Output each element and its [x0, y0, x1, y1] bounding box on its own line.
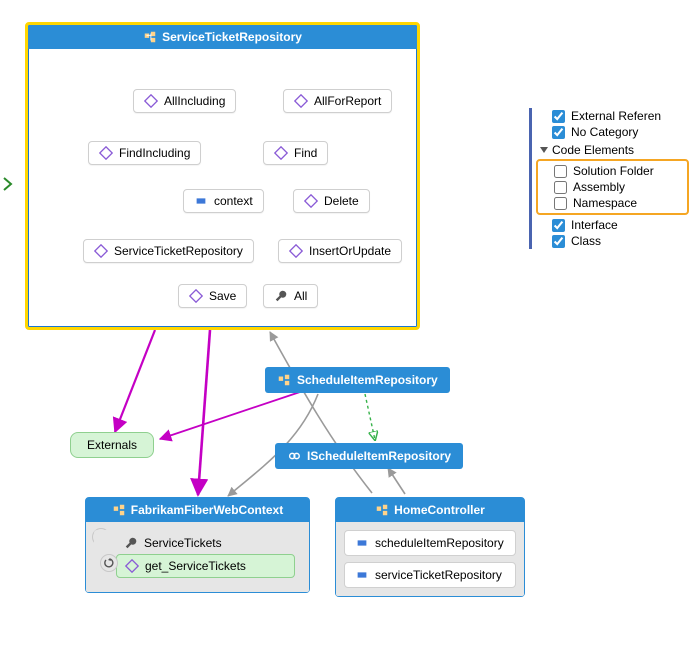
checkbox[interactable]: [552, 110, 565, 123]
method-icon: [189, 289, 203, 303]
method-find[interactable]: Find: [263, 141, 328, 165]
canvas-entry-marker: [2, 176, 14, 195]
field-icon: [355, 536, 369, 550]
ctor-service-ticket-repository[interactable]: ServiceTicketRepository: [83, 239, 254, 263]
class-header[interactable]: FabrikamFiberWebContext: [86, 498, 309, 522]
class-schedule-item-repository[interactable]: ScheduleItemRepository: [265, 367, 450, 393]
class-icon: [375, 503, 389, 517]
collapse-toggle[interactable]: [100, 554, 118, 572]
legend-item-interface[interactable]: Interface: [552, 217, 689, 233]
checkbox[interactable]: [554, 165, 567, 178]
method-icon: [144, 94, 158, 108]
property-service-tickets[interactable]: ServiceTickets get_ServiceTickets: [94, 530, 301, 584]
class-icon: [112, 503, 126, 517]
checkbox[interactable]: [554, 197, 567, 210]
legend-item-no-category[interactable]: No Category: [552, 124, 689, 140]
field-service-ticket-repository[interactable]: serviceTicketRepository: [344, 562, 516, 588]
legend-panel: External Referen No Category Code Elemen…: [529, 108, 689, 249]
method-get-service-tickets[interactable]: get_ServiceTickets: [116, 554, 295, 578]
method-find-including[interactable]: FindIncluding: [88, 141, 201, 165]
caret-down-icon: [540, 147, 548, 153]
legend-item-external-ref[interactable]: External Referen: [552, 108, 689, 124]
property-all[interactable]: All: [263, 284, 318, 308]
field-schedule-item-repository[interactable]: scheduleItemRepository: [344, 530, 516, 556]
method-icon: [99, 146, 113, 160]
method-delete[interactable]: Delete: [293, 189, 370, 213]
method-save[interactable]: Save: [178, 284, 247, 308]
method-all-including[interactable]: AllIncluding: [133, 89, 236, 113]
class-header[interactable]: HomeController: [336, 498, 524, 522]
field-icon: [355, 568, 369, 582]
class-service-ticket-repository[interactable]: ServiceTicketRepository AllIncluding All…: [25, 22, 420, 330]
class-fabrikam-fiber-web-context[interactable]: FabrikamFiberWebContext ServiceTickets g…: [85, 497, 310, 593]
class-title: ServiceTicketRepository: [162, 30, 302, 44]
interface-ischedule-item-repository[interactable]: IScheduleItemRepository: [275, 443, 463, 469]
checkbox[interactable]: [552, 126, 565, 139]
checkbox[interactable]: [552, 219, 565, 232]
method-icon: [274, 146, 288, 160]
field-context[interactable]: context: [183, 189, 264, 213]
checkbox[interactable]: [552, 235, 565, 248]
wrench-icon: [274, 289, 288, 303]
method-insert-or-update[interactable]: InsertOrUpdate: [278, 239, 402, 263]
method-icon: [304, 194, 318, 208]
method-icon: [125, 559, 139, 573]
method-icon: [94, 244, 108, 258]
wrench-icon: [124, 536, 138, 550]
checkbox[interactable]: [554, 181, 567, 194]
legend-item-class[interactable]: Class: [552, 233, 689, 249]
legend-highlight-group: Solution Folder Assembly Namespace: [536, 159, 689, 215]
externals-group[interactable]: Externals: [70, 432, 154, 458]
class-header[interactable]: ServiceTicketRepository: [28, 25, 417, 49]
class-icon: [277, 373, 291, 387]
class-icon: [143, 30, 157, 44]
method-all-for-report[interactable]: AllForReport: [283, 89, 392, 113]
legend-heading[interactable]: Code Elements: [540, 143, 689, 157]
field-icon: [194, 194, 208, 208]
legend-item-assembly[interactable]: Assembly: [554, 179, 683, 195]
legend-item-solution-folder[interactable]: Solution Folder: [554, 163, 683, 179]
method-icon: [294, 94, 308, 108]
legend-item-namespace[interactable]: Namespace: [554, 195, 683, 211]
interface-icon: [287, 449, 301, 463]
class-home-controller[interactable]: HomeController scheduleItemRepository se…: [335, 497, 525, 597]
method-icon: [289, 244, 303, 258]
